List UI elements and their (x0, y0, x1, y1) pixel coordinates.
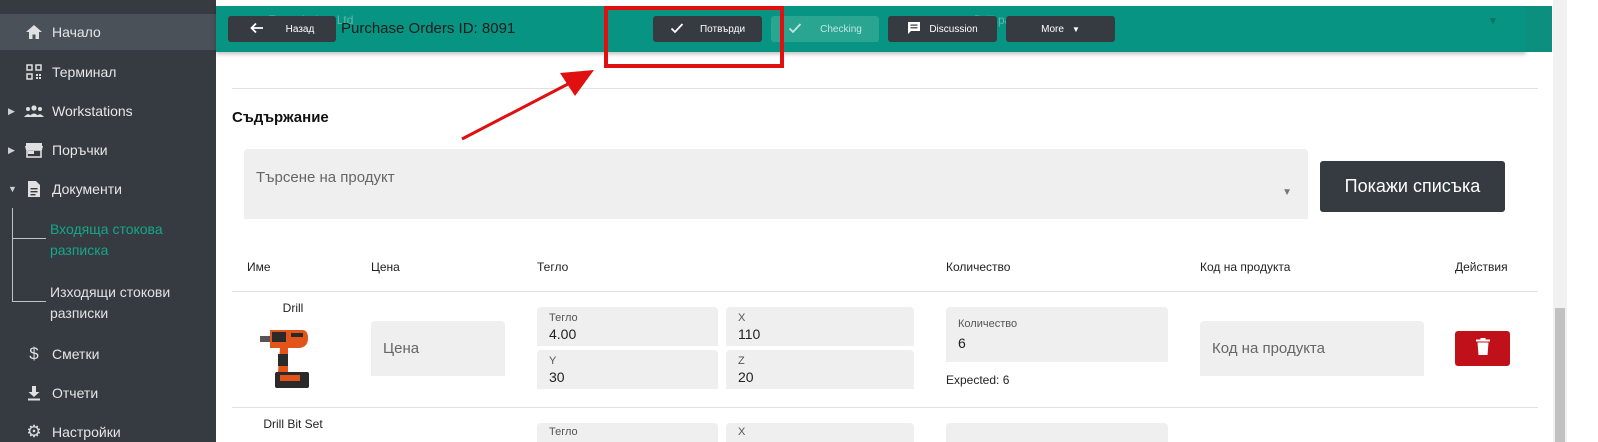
expand-arrow-icon: ▶ (8, 144, 15, 155)
sidebar-item-workstations[interactable]: ▶ Workstations (0, 93, 216, 129)
weight-label: Тегло (549, 426, 578, 438)
document-icon (24, 179, 44, 199)
sidebar-item-label: Настройки (52, 424, 121, 440)
expand-arrow-icon: ▶ (8, 105, 15, 116)
product-search-select[interactable]: Търсене на продукт ▼ (244, 149, 1308, 219)
tree-line (12, 301, 46, 302)
section-title: Съдържание (232, 109, 329, 126)
product-name: Drill Bit Set (263, 417, 323, 431)
column-header-quantity: Количество (946, 260, 1011, 274)
checking-button[interactable]: Checking (771, 16, 879, 42)
sidebar-item-accounts[interactable]: $ Сметки (0, 336, 216, 372)
sidebar-item-label: Workstations (52, 103, 133, 119)
table-divider (232, 407, 1538, 408)
dimension-y-input[interactable]: Y 30 (537, 350, 718, 389)
gear-icon: ⚙ (26, 422, 42, 441)
quantity-input[interactable] (946, 423, 1168, 442)
product-code-placeholder: Код на продукта (1212, 340, 1325, 357)
product-search-placeholder: Търсене на продукт (256, 169, 395, 186)
sidebar: Начало Терминал ▶ Workstations ▶ Поръчки… (0, 0, 216, 442)
sidebar-item-label: Начало (52, 24, 101, 40)
column-header-weight: Тегло (537, 260, 569, 274)
dimension-x-input[interactable]: X (726, 423, 914, 442)
tree-line (12, 238, 46, 239)
arrow-left-icon (249, 22, 264, 37)
tree-line (12, 208, 13, 302)
sidebar-item-label: Поръчки (52, 142, 108, 158)
dimension-z-label: Z (738, 355, 745, 367)
scrollbar-thumb[interactable] (1555, 308, 1565, 442)
product-code-input[interactable]: Код на продукта (1200, 321, 1424, 376)
dimension-x-value: 110 (738, 326, 761, 342)
product-name: Drill (282, 301, 304, 315)
sidebar-subitem-incoming-receipt[interactable]: Входяща стокова разписка (50, 219, 200, 261)
trash-icon (1475, 337, 1490, 360)
discussion-button[interactable]: Discussion (888, 16, 997, 42)
annotation-highlight-box (604, 6, 784, 68)
dimension-x-input[interactable]: X 110 (726, 307, 914, 346)
download-icon (24, 383, 44, 403)
sidebar-item-label: Терминал (52, 64, 117, 80)
page-header: Eurowindow Ltd Drill parts ▼ Назад Purch… (216, 6, 1526, 52)
sidebar-item-home[interactable]: Начало (0, 14, 216, 50)
price-input[interactable]: Цена (371, 321, 505, 376)
more-button-label: More (1041, 23, 1064, 35)
weight-input[interactable]: Тегло (537, 423, 718, 442)
show-list-button[interactable]: Покажи списъка (1320, 161, 1505, 212)
weight-label: Тегло (549, 312, 578, 324)
sidebar-item-reports[interactable]: Отчети (0, 375, 216, 411)
home-icon (24, 22, 44, 42)
sidebar-item-documents[interactable]: ▼ Документи (0, 171, 216, 207)
dimension-x-label: X (738, 312, 746, 324)
comment-icon (907, 21, 921, 38)
dimension-x-label: X (738, 426, 746, 438)
sidebar-item-orders[interactable]: ▶ Поръчки (0, 132, 216, 168)
caret-down-icon: ▼ (1071, 24, 1080, 34)
expected-quantity: Expected: 6 (946, 373, 1010, 387)
divider (232, 88, 1538, 89)
weight-input[interactable]: Тегло 4.00 (537, 307, 718, 346)
back-button[interactable]: Назад (228, 16, 336, 42)
dimension-y-value: 30 (549, 369, 565, 385)
quantity-input[interactable]: Количество 6 (946, 307, 1168, 362)
column-header-actions: Действия (1455, 260, 1508, 274)
back-button-label: Назад (285, 23, 315, 35)
more-button[interactable]: More ▼ (1006, 16, 1115, 42)
check-icon (788, 22, 802, 37)
dimension-y-label: Y (549, 355, 557, 367)
discussion-button-label: Discussion (929, 23, 978, 35)
page-title: Purchase Orders ID: 8091 (341, 20, 516, 37)
sidebar-subitem-outgoing-receipts[interactable]: Изходящи стокови разписки (50, 282, 200, 324)
table-divider (232, 291, 1538, 292)
chevron-down-icon: ▼ (1488, 16, 1498, 27)
weight-value: 4.00 (549, 326, 577, 342)
dollar-icon: $ (29, 344, 39, 363)
quantity-value: 6 (958, 335, 966, 351)
column-header-price: Цена (371, 260, 400, 274)
sidebar-item-label: Сметки (52, 346, 100, 362)
product-image-drill (258, 322, 314, 392)
people-group-icon (24, 101, 44, 121)
collapse-arrow-icon: ▼ (8, 184, 17, 194)
sidebar-item-label: Отчети (52, 385, 99, 401)
sidebar-item-label: Документи (52, 181, 122, 197)
sidebar-item-settings[interactable]: ⚙ Настройки (0, 414, 216, 442)
sidebar-item-terminal[interactable]: Терминал (0, 54, 216, 90)
header-right-strip (1526, 6, 1552, 52)
column-header-name: Име (247, 260, 271, 274)
store-icon (24, 140, 44, 160)
price-placeholder: Цена (383, 340, 420, 357)
dimension-z-input[interactable]: Z 20 (726, 350, 914, 389)
column-header-product-code: Код на продукта (1200, 260, 1291, 274)
checking-button-label: Checking (820, 23, 862, 35)
qr-code-icon (24, 62, 44, 82)
dimension-z-value: 20 (738, 369, 754, 385)
quantity-label: Количество (958, 318, 1018, 330)
chevron-down-icon: ▼ (1282, 187, 1292, 198)
delete-button[interactable] (1455, 331, 1510, 366)
